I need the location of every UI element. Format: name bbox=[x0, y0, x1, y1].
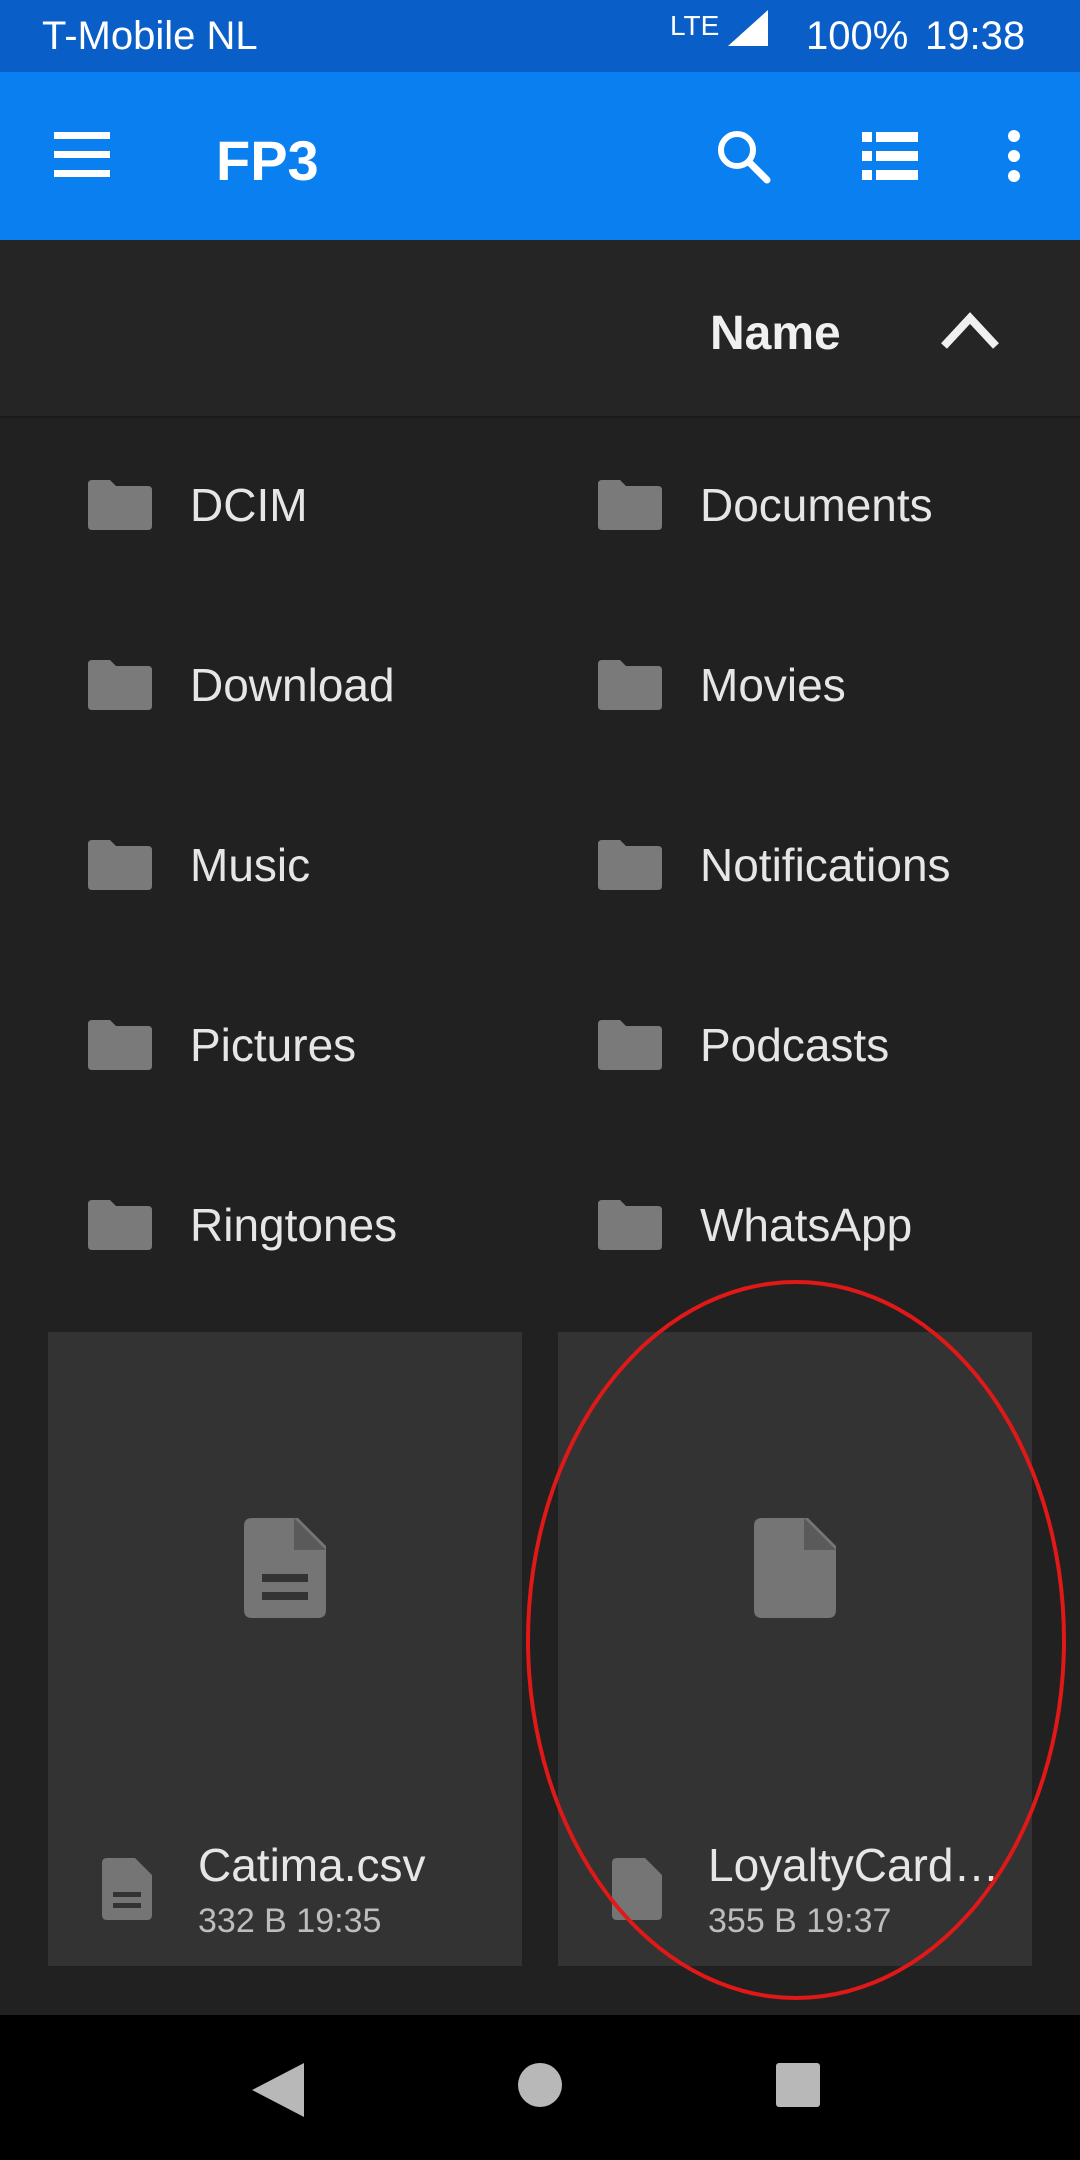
sort-bar: Name bbox=[0, 240, 1080, 418]
document-icon bbox=[612, 1858, 662, 1920]
sort-by-name-button[interactable]: Name bbox=[710, 306, 841, 361]
folder-icon bbox=[598, 1200, 662, 1250]
folder-name: Music bbox=[190, 839, 311, 891]
folder-item-notifications[interactable]: Notifications bbox=[510, 805, 1010, 925]
folder-name: Ringtones bbox=[190, 1199, 398, 1251]
signal-icon bbox=[728, 10, 768, 46]
folder-name: Documents bbox=[700, 479, 933, 531]
folder-icon bbox=[88, 480, 152, 530]
folder-item-download[interactable]: Download bbox=[0, 625, 500, 745]
status-bar: T-Mobile NL LTE 100% 19:38 bbox=[0, 0, 1080, 72]
folder-name: Download bbox=[190, 659, 395, 711]
folder-item-pictures[interactable]: Pictures bbox=[0, 985, 500, 1105]
folder-name: WhatsApp bbox=[700, 1199, 913, 1251]
folder-icon bbox=[88, 1020, 152, 1070]
folder-item-dcim[interactable]: DCIM bbox=[0, 445, 500, 565]
document-icon bbox=[754, 1518, 836, 1618]
folder-item-music[interactable]: Music bbox=[0, 805, 500, 925]
app-title: FP3 bbox=[216, 129, 319, 192]
home-icon[interactable] bbox=[518, 2063, 562, 2107]
file-name: Catima.csv bbox=[198, 1839, 426, 1891]
folder-name: DCIM bbox=[190, 479, 308, 531]
folder-item-documents[interactable]: Documents bbox=[510, 445, 1010, 565]
folder-icon bbox=[88, 660, 152, 710]
recent-apps-icon[interactable] bbox=[776, 2063, 820, 2107]
list-view-icon[interactable] bbox=[862, 132, 918, 180]
more-vert-icon[interactable] bbox=[1000, 128, 1028, 184]
file-card-catima[interactable]: Catima.csv 332 B 19:35 bbox=[48, 1332, 522, 1966]
menu-icon[interactable] bbox=[54, 132, 114, 178]
back-icon[interactable] bbox=[252, 2063, 304, 2117]
folder-icon bbox=[88, 840, 152, 890]
navigation-bar bbox=[0, 2015, 1080, 2160]
app-bar: FP3 bbox=[0, 72, 1080, 240]
folder-icon bbox=[598, 1020, 662, 1070]
chevron-up-icon[interactable] bbox=[940, 310, 1000, 350]
folder-item-ringtones[interactable]: Ringtones bbox=[0, 1165, 500, 1285]
text-document-icon bbox=[102, 1858, 152, 1920]
file-card-loyaltycard[interactable]: LoyaltyCard… 355 B 19:37 bbox=[558, 1332, 1032, 1966]
folder-item-movies[interactable]: Movies bbox=[510, 625, 1010, 745]
carrier-label: T-Mobile NL bbox=[42, 14, 258, 58]
folder-name: Pictures bbox=[190, 1019, 357, 1071]
file-meta: 332 B 19:35 bbox=[198, 1902, 382, 1940]
folder-item-whatsapp[interactable]: WhatsApp bbox=[510, 1165, 1010, 1285]
folder-item-podcasts[interactable]: Podcasts bbox=[510, 985, 1010, 1105]
battery-level: 100% bbox=[806, 14, 909, 58]
file-meta: 355 B 19:37 bbox=[708, 1902, 892, 1940]
folder-name: Podcasts bbox=[700, 1019, 890, 1071]
search-icon[interactable] bbox=[715, 128, 771, 184]
text-document-icon bbox=[244, 1518, 326, 1618]
folder-icon bbox=[598, 480, 662, 530]
network-type: LTE bbox=[670, 10, 720, 41]
folder-name: Notifications bbox=[700, 839, 951, 891]
status-clock: 19:38 bbox=[925, 14, 1026, 58]
file-name: LoyaltyCard… bbox=[708, 1839, 1000, 1891]
folder-name: Movies bbox=[700, 659, 846, 711]
folder-icon bbox=[598, 840, 662, 890]
folder-icon bbox=[598, 660, 662, 710]
folder-icon bbox=[88, 1200, 152, 1250]
